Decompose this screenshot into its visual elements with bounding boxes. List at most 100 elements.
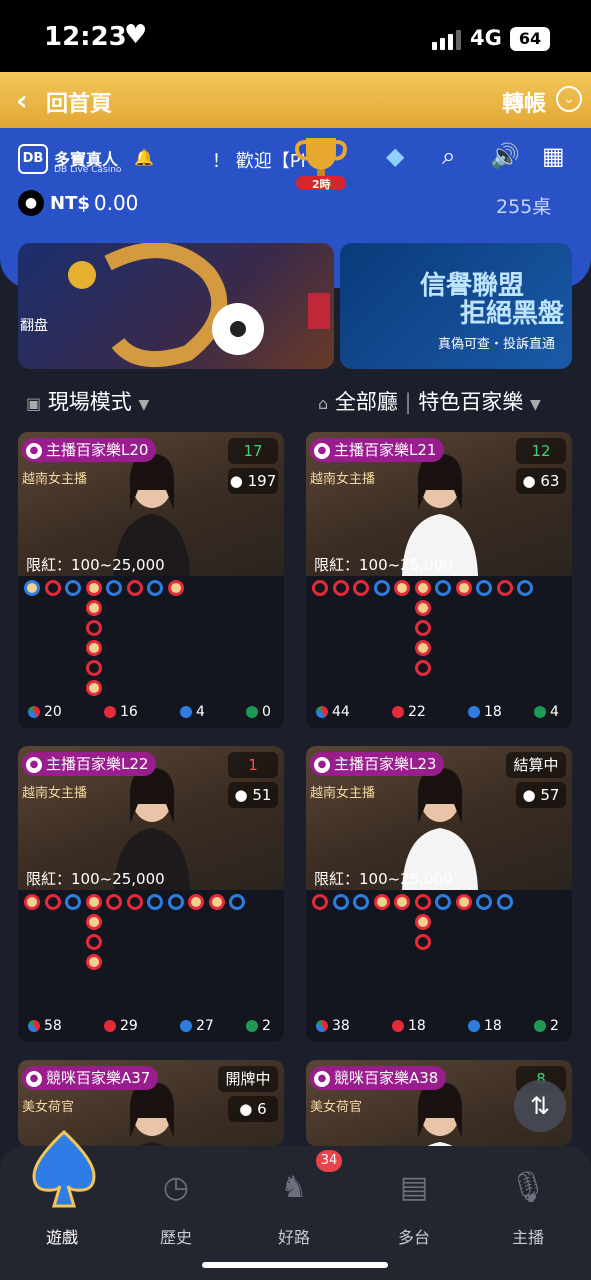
filter-divider: | bbox=[404, 390, 412, 414]
bet-limit: 限紅：100~25,000 bbox=[314, 556, 453, 574]
category-label: 特色百家樂 bbox=[418, 390, 524, 414]
top-bar: ‹ 回首頁 轉帳 ⌄ bbox=[0, 72, 591, 128]
bell-icon[interactable]: 🔔 bbox=[134, 148, 154, 167]
user-icon[interactable]: ● bbox=[18, 190, 44, 216]
nav-history[interactable]: ◷ 歷史 bbox=[136, 1170, 216, 1248]
table-name: 主播百家樂L22 bbox=[46, 755, 149, 773]
clock-icon: ◷ bbox=[162, 1170, 190, 1205]
table-name: 主播百家樂L21 bbox=[334, 441, 437, 459]
bead bbox=[353, 894, 369, 910]
mic-icon: ● bbox=[26, 1070, 42, 1087]
bead bbox=[229, 894, 245, 910]
table-stats: 44 22 18 4 bbox=[306, 702, 572, 724]
table-name-tag: ● 主播百家樂L22 bbox=[22, 752, 157, 776]
host-badge: 美女荷官 bbox=[310, 1100, 363, 1115]
balance-display: ● NT$ 0.00 bbox=[18, 190, 138, 216]
nav-streamer-label: 主播 bbox=[511, 1228, 544, 1247]
host-badge: 越南女主播 bbox=[22, 472, 88, 487]
bead bbox=[85, 680, 102, 696]
table-stats: 58 29 27 2 bbox=[18, 1016, 284, 1038]
battery-indicator: 64 bbox=[510, 27, 550, 51]
mic-icon: 🎙 bbox=[508, 1170, 548, 1205]
bead bbox=[332, 580, 349, 596]
bead bbox=[126, 580, 143, 596]
table-card[interactable]: ● 主播百家樂L21 12 ● 63 越南女主播限紅：100~25,000 44 22 18 4 bbox=[306, 432, 572, 728]
search-icon[interactable]: ⌕ bbox=[442, 142, 455, 170]
transfer-button[interactable]: 轉帳 bbox=[502, 86, 546, 118]
heart-icon: ♥ bbox=[124, 20, 148, 50]
banner-subtitle: 真偽可查・投訴直通 bbox=[438, 337, 556, 352]
banner-text: 翻盘 bbox=[20, 318, 48, 334]
bet-limit: 限紅：100~25,000 bbox=[26, 556, 165, 574]
player-count: ● 63 bbox=[516, 468, 566, 494]
promo-banner-league[interactable]: 信譽聯盟 拒絕黑盤 真偽可查・投訴直通 bbox=[340, 243, 572, 369]
bead-road bbox=[306, 576, 572, 696]
bet-limit: 限紅：100~25,000 bbox=[314, 870, 453, 888]
bead bbox=[44, 894, 61, 910]
countdown-timer: 12 bbox=[516, 438, 566, 464]
back-home-link[interactable]: 回首頁 bbox=[46, 86, 112, 118]
bead bbox=[85, 914, 102, 930]
host-badge: 越南女主播 bbox=[310, 472, 376, 487]
stat-player: 4 bbox=[180, 704, 205, 720]
network-label: 4G bbox=[470, 26, 502, 50]
stat-banker: 16 bbox=[104, 704, 138, 720]
dragon-icon: ♞ bbox=[280, 1170, 308, 1205]
bead bbox=[85, 640, 102, 656]
mode-selector[interactable]: ▣ 現場模式 ▼ bbox=[26, 386, 149, 416]
bead bbox=[435, 580, 451, 596]
mic-icon: ● bbox=[26, 756, 42, 773]
table-name: 主播百家樂L23 bbox=[334, 755, 437, 773]
status-bar: 12:23 ♥ 4G 64 bbox=[0, 0, 591, 72]
bead bbox=[85, 894, 102, 910]
bead-road bbox=[306, 890, 572, 1010]
grid-menu-icon[interactable]: ▦ bbox=[542, 142, 565, 170]
countdown-timer: 17 bbox=[228, 438, 278, 464]
caret-down-icon: ▼ bbox=[138, 397, 150, 413]
video-icon[interactable]: ◆ bbox=[386, 142, 404, 170]
table-card[interactable]: ● 主播百家樂L23 結算中 ● 57 越南女主播 限紅：100~25,000 38 18 18… bbox=[306, 746, 572, 1042]
bead bbox=[65, 580, 81, 596]
bead bbox=[414, 600, 431, 616]
nav-good-roads[interactable]: ♞ 好路 bbox=[254, 1170, 334, 1248]
mic-icon: ● bbox=[26, 442, 42, 459]
table-card[interactable]: ● 主播百家樂L22 1 ● 51 越南女主播 限紅：100~25,000 58 29 27 2 bbox=[18, 746, 284, 1042]
bank-icon: ⌂ bbox=[318, 394, 329, 413]
bead bbox=[353, 580, 369, 596]
bead bbox=[414, 894, 431, 910]
status-time: 12:23 bbox=[44, 22, 127, 52]
promo-banner-dragon[interactable]: 翻盘 bbox=[18, 243, 334, 369]
bead bbox=[208, 894, 225, 910]
caret-down-icon: ▼ bbox=[529, 397, 541, 413]
signal-icon bbox=[432, 30, 464, 50]
table-count: 255桌 bbox=[496, 196, 552, 218]
bead bbox=[455, 894, 472, 910]
table-name-tag: ● 主播百家樂L21 bbox=[310, 438, 445, 462]
host-badge: 越南女主播 bbox=[22, 786, 88, 801]
nav-multi-table[interactable]: ▤ 多台 bbox=[374, 1170, 454, 1248]
sort-toggle-button[interactable]: ⇅ bbox=[514, 1080, 566, 1132]
table-card[interactable]: ● 主播百家樂L20 17 ● 197 越南女主播 限紅：100~25,000 20 16 4 0 bbox=[18, 432, 284, 728]
nav-good-roads-label: 好路 bbox=[277, 1228, 310, 1247]
chevron-down-icon[interactable]: ⌄ bbox=[556, 86, 582, 112]
nav-streamer[interactable]: 🎙 主播 bbox=[488, 1170, 568, 1248]
stat-tie: 2 bbox=[246, 1018, 271, 1034]
stat-player: 18 bbox=[468, 1018, 502, 1034]
stat-banker: 22 bbox=[392, 704, 426, 720]
brand-logo: DB bbox=[18, 144, 48, 174]
speaker-icon[interactable]: 🔊 bbox=[490, 142, 520, 170]
table-name-tag: ● 主播百家樂L23 bbox=[310, 752, 445, 776]
bead bbox=[394, 580, 410, 596]
stat-banker: 29 bbox=[104, 1018, 138, 1034]
bead bbox=[24, 580, 40, 596]
table-name: 競咪百家樂A38 bbox=[334, 1069, 439, 1087]
dragon-illustration bbox=[68, 243, 330, 367]
table-stats: 38 18 18 2 bbox=[306, 1016, 572, 1038]
good-roads-badge: 34 bbox=[316, 1150, 342, 1172]
nav-games[interactable]: 遊戲 bbox=[22, 1170, 102, 1248]
hall-selector[interactable]: ⌂ 全部廳 | 特色百家樂 ▼ bbox=[318, 386, 541, 416]
nav-history-label: 歷史 bbox=[159, 1228, 192, 1247]
table-name-tag: ● 競咪百家樂A38 bbox=[310, 1066, 447, 1090]
stat-total: 38 bbox=[316, 1018, 350, 1034]
back-icon[interactable]: ‹ bbox=[16, 84, 28, 117]
